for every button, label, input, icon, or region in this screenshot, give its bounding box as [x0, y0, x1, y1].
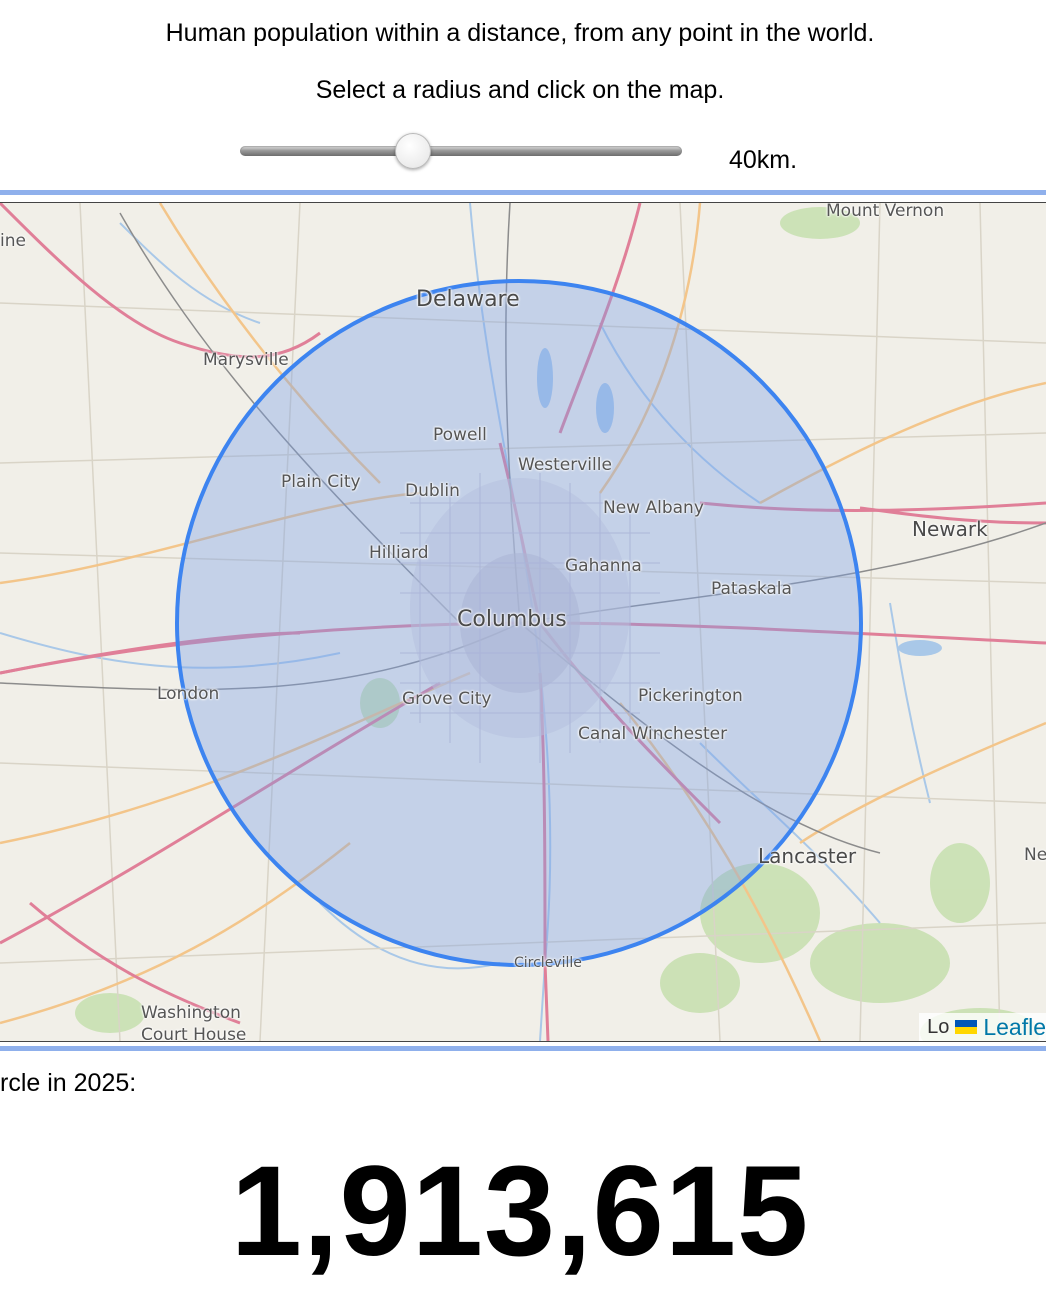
instructions: Select a radius and click on the map. [315, 76, 725, 104]
city-label-mount-vernon: Mount Vernon [826, 202, 945, 221]
map[interactable]: Delaware Marysville Powell Westerville P… [0, 202, 1046, 1042]
city-label-edge-left: ine [0, 231, 26, 251]
city-label-delaware: Delaware [416, 287, 520, 312]
ukraine-flag-icon [955, 1020, 978, 1034]
city-label-dublin: Dublin [405, 481, 460, 501]
leaflet-link[interactable]: Leafle [983, 1013, 1046, 1041]
city-label-canal-winchester: Canal Winchester [578, 724, 728, 744]
city-label-pataskala: Pataskala [711, 579, 792, 599]
city-label-hilliard: Hilliard [369, 543, 429, 563]
slider-thumb[interactable] [395, 133, 431, 169]
map-bottom-divider [0, 1046, 1046, 1051]
city-label-new-albany: New Albany [603, 498, 704, 518]
population-count: 1,913,615 [230, 1140, 810, 1283]
city-label-columbus: Columbus [457, 607, 567, 632]
city-label-pickerington: Pickerington [638, 686, 743, 706]
city-label-westerville: Westerville [518, 455, 612, 475]
map-top-divider [0, 190, 1046, 195]
city-label-lancaster: Lancaster [758, 844, 857, 868]
radius-slider[interactable] [240, 133, 682, 171]
result-caption: rcle in 2025: [0, 1069, 137, 1097]
page-title: Human population within a distance, from… [165, 19, 875, 47]
attribution-prefix: Lo [927, 1016, 950, 1038]
radius-value-label: 40km. [729, 146, 798, 174]
city-label-powell: Powell [433, 425, 487, 445]
city-label-washington-court-house: Washington Court House [141, 1003, 247, 1042]
map-attribution: Lo Leafle [919, 1013, 1046, 1041]
slider-track[interactable] [240, 146, 682, 156]
city-label-plain-city: Plain City [281, 472, 361, 492]
city-label-marysville: Marysville [203, 350, 289, 370]
city-label-london: London [157, 684, 220, 704]
city-label-grove-city: Grove City [402, 689, 492, 709]
city-label-newark: Newark [912, 517, 988, 541]
city-label-edge-right: Ne [1024, 845, 1046, 865]
city-label-gahanna: Gahanna [565, 556, 642, 576]
city-label-circleville: Circleville [514, 955, 582, 971]
